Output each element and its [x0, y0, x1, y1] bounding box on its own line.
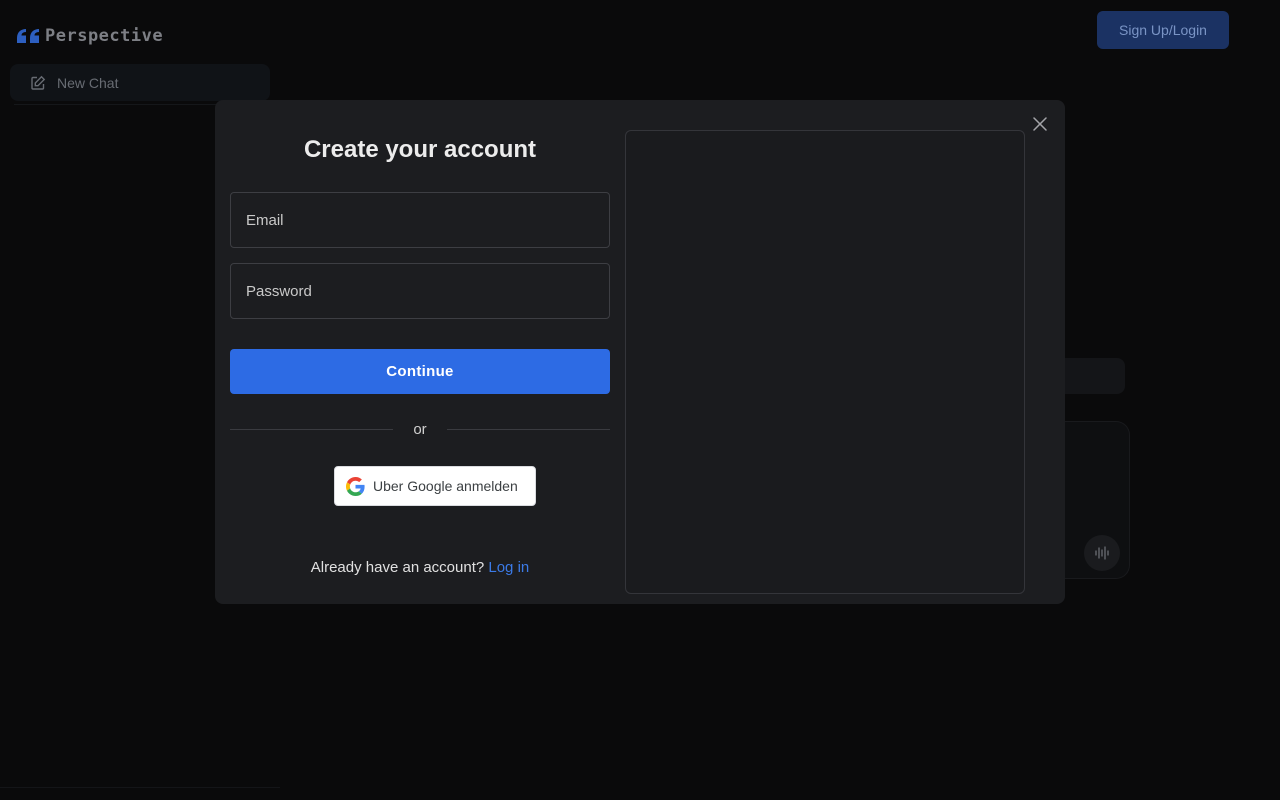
side-image-panel: [625, 130, 1025, 594]
signup-login-button[interactable]: Sign Up/Login: [1097, 11, 1229, 49]
brand-logo[interactable]: Perspective: [15, 26, 163, 46]
close-icon: [1033, 117, 1047, 131]
divider-line-right: [447, 428, 610, 430]
continue-button[interactable]: Continue: [230, 349, 610, 394]
google-signin-label: Uber Google anmelden: [373, 478, 518, 494]
bottom-divider: [0, 787, 280, 788]
edit-icon: [31, 75, 46, 90]
login-link[interactable]: Log in: [488, 559, 529, 576]
brand-name: Perspective: [45, 26, 164, 46]
audio-wave-icon: [1095, 546, 1109, 560]
signup-modal: Create your account Continue or Uber Goo…: [215, 100, 1065, 604]
password-field[interactable]: [230, 263, 610, 319]
new-chat-button[interactable]: New Chat: [10, 64, 270, 101]
voice-input-button[interactable]: [1084, 535, 1120, 571]
modal-title: Create your account: [303, 136, 537, 163]
login-prompt: Already have an account? Log in: [230, 559, 610, 576]
google-signin-button[interactable]: Uber Google anmelden: [334, 466, 536, 506]
divider-line-left: [230, 428, 393, 430]
google-logo-icon: [346, 476, 365, 496]
new-chat-label: New Chat: [57, 74, 119, 91]
close-button[interactable]: [1030, 114, 1050, 134]
or-label: or: [413, 420, 427, 438]
quote-icon: [17, 29, 39, 43]
or-divider: or: [230, 418, 610, 440]
email-field[interactable]: [230, 192, 610, 248]
already-have-account-text: Already have an account?: [310, 559, 485, 576]
